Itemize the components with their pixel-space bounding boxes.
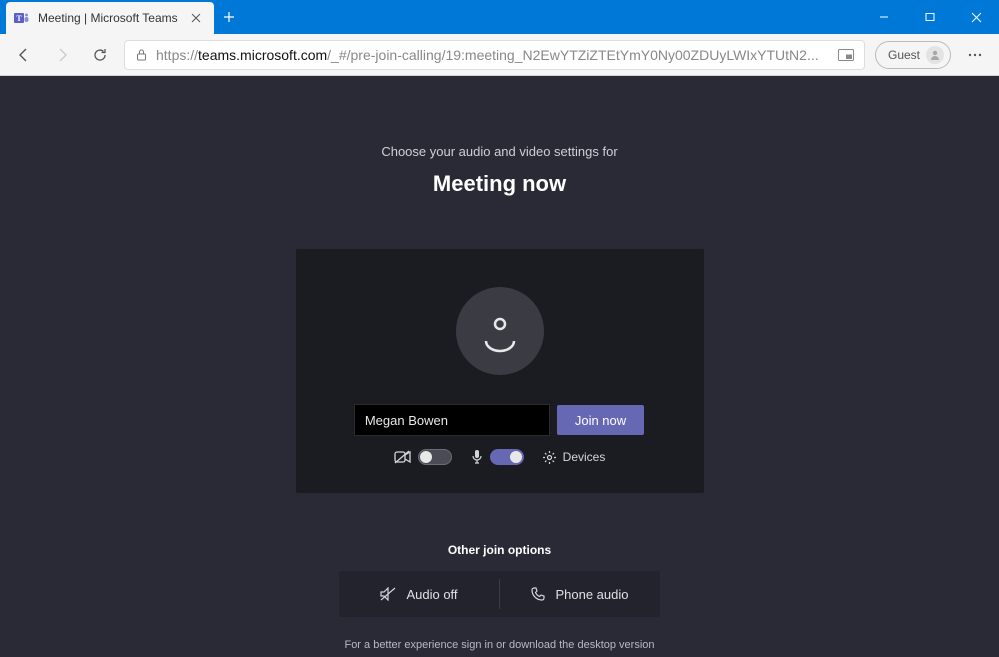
microphone-icon	[470, 449, 484, 465]
window-titlebar: T Meeting | Microsoft Teams	[0, 0, 999, 34]
other-options-row: Audio off Phone audio	[339, 571, 660, 617]
maximize-button[interactable]	[907, 0, 953, 34]
meeting-title: Meeting now	[433, 171, 566, 197]
phone-audio-label: Phone audio	[555, 587, 628, 602]
person-icon	[478, 309, 522, 353]
speaker-off-icon	[380, 587, 396, 601]
footer-text: For a better experience sign in or downl…	[344, 639, 654, 651]
name-input[interactable]	[355, 405, 549, 435]
avatar-icon	[926, 46, 944, 64]
address-bar: https://teams.microsoft.com/_#/pre-join-…	[0, 34, 999, 76]
svg-text:T: T	[16, 14, 22, 23]
audio-off-option[interactable]: Audio off	[339, 571, 499, 617]
download-link[interactable]: download the desktop version	[509, 639, 655, 651]
more-button[interactable]	[961, 41, 989, 69]
tab-close-button[interactable]	[188, 10, 204, 26]
avatar-placeholder	[456, 287, 544, 375]
join-now-button[interactable]: Join now	[557, 405, 644, 435]
av-controls-row: Devices	[394, 449, 606, 465]
camera-toggle[interactable]	[394, 449, 452, 465]
phone-icon	[531, 587, 545, 601]
devices-label: Devices	[563, 450, 606, 464]
phone-audio-option[interactable]: Phone audio	[500, 571, 660, 617]
profile-button[interactable]: Guest	[875, 41, 951, 69]
teams-favicon: T	[14, 10, 30, 26]
video-preview-card: Join now Devices	[296, 249, 704, 493]
devices-button[interactable]: Devices	[542, 450, 606, 465]
sign-in-link[interactable]: sign in	[461, 639, 493, 651]
url-text: https://teams.microsoft.com/_#/pre-join-…	[156, 47, 830, 63]
forward-button	[48, 41, 76, 69]
teams-prejoin-page: Choose your audio and video settings for…	[0, 76, 999, 657]
back-button[interactable]	[10, 41, 38, 69]
camera-switch[interactable]	[418, 449, 452, 465]
tab-title: Meeting | Microsoft Teams	[38, 11, 178, 25]
refresh-button[interactable]	[86, 41, 114, 69]
window-controls	[861, 0, 999, 34]
other-options-header: Other join options	[448, 543, 551, 557]
close-window-button[interactable]	[953, 0, 999, 34]
pip-icon[interactable]	[838, 49, 854, 61]
mic-switch[interactable]	[490, 449, 524, 465]
titlebar-spacer[interactable]	[244, 0, 861, 34]
browser-tab[interactable]: T Meeting | Microsoft Teams	[6, 2, 214, 34]
lock-icon	[135, 48, 148, 61]
minimize-button[interactable]	[861, 0, 907, 34]
mic-toggle[interactable]	[470, 449, 524, 465]
heading-small: Choose your audio and video settings for	[381, 144, 617, 159]
video-off-icon	[394, 450, 412, 464]
guest-label: Guest	[888, 48, 920, 62]
new-tab-button[interactable]	[214, 0, 244, 34]
gear-icon	[542, 450, 557, 465]
name-join-row: Join now	[355, 405, 644, 435]
url-field[interactable]: https://teams.microsoft.com/_#/pre-join-…	[124, 40, 865, 70]
audio-off-label: Audio off	[406, 587, 457, 602]
